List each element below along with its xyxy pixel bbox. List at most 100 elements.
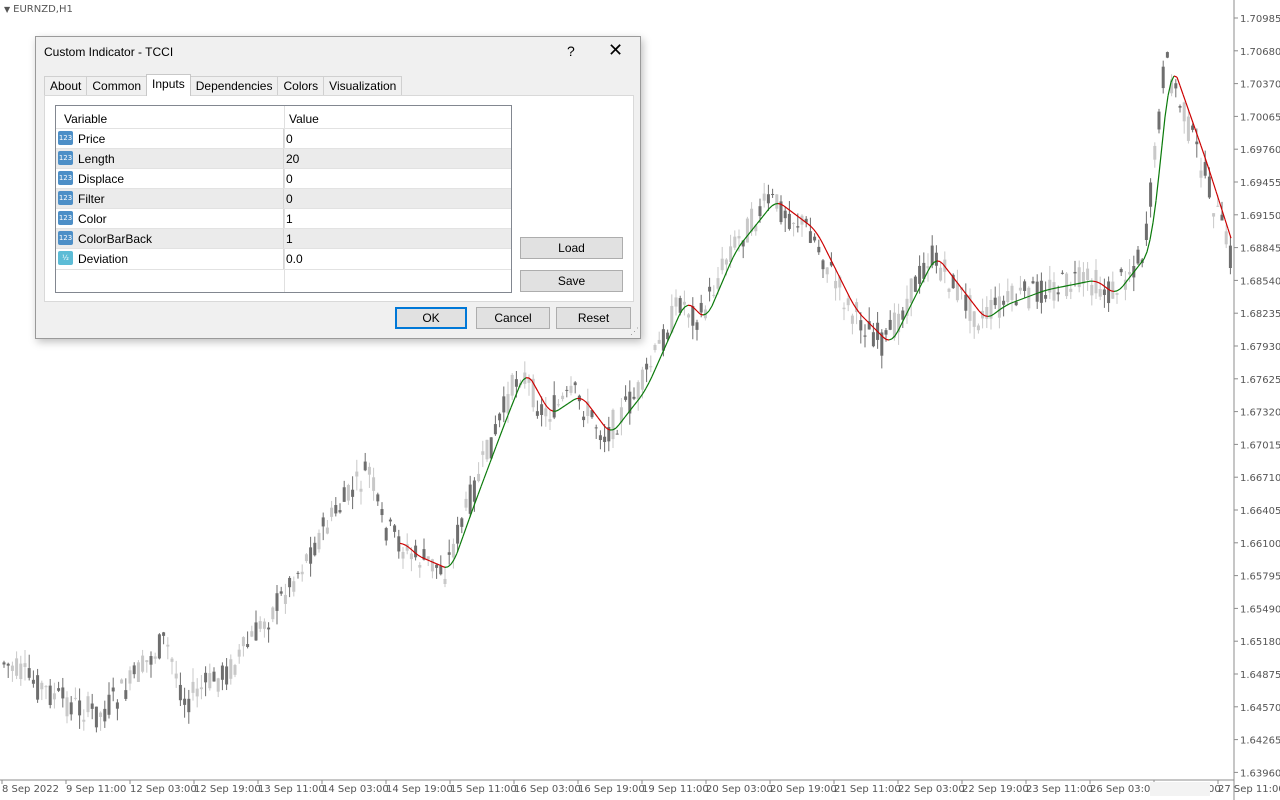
candle-body bbox=[342, 487, 346, 502]
time-tick-label: 15 Sep 11:00 bbox=[450, 784, 517, 795]
tab-inputs[interactable]: Inputs bbox=[146, 74, 191, 96]
indicator-segment bbox=[771, 203, 776, 207]
candle-body bbox=[934, 252, 938, 266]
indicator-segment bbox=[501, 422, 506, 431]
indicator-segment bbox=[1200, 145, 1205, 155]
candle-body bbox=[132, 665, 136, 675]
candle-body bbox=[309, 547, 313, 564]
table-row[interactable]: 123 Filter 0 bbox=[56, 188, 511, 209]
candle-body bbox=[918, 265, 922, 284]
candle-body bbox=[783, 210, 787, 219]
variable-value[interactable]: 0 bbox=[286, 192, 293, 206]
table-row[interactable]: 123 Displace 0 bbox=[56, 168, 511, 189]
indicator-segment bbox=[708, 305, 713, 312]
save-button[interactable]: Save bbox=[520, 270, 623, 292]
table-row[interactable]: ½ Deviation 0.0 bbox=[56, 248, 511, 270]
indicator-segment bbox=[972, 302, 977, 308]
tab-visualization[interactable]: Visualization bbox=[323, 76, 403, 95]
header-variable[interactable]: Variable bbox=[64, 112, 107, 126]
indicator-segment bbox=[624, 412, 629, 418]
table-row[interactable]: 123 Price 0 bbox=[56, 128, 511, 149]
reset-button[interactable]: Reset bbox=[556, 307, 631, 329]
tab-colors[interactable]: Colors bbox=[277, 76, 325, 95]
symbol-dropdown-icon[interactable]: ▼ bbox=[4, 5, 10, 14]
candle-body bbox=[842, 307, 846, 310]
candle-body bbox=[27, 668, 31, 678]
indicator-segment bbox=[1179, 85, 1184, 95]
candle-body bbox=[183, 698, 187, 705]
candle-body bbox=[687, 314, 691, 318]
indicator-segment bbox=[714, 291, 719, 300]
candle-body bbox=[540, 404, 544, 415]
ok-button[interactable]: OK bbox=[395, 307, 467, 329]
candle-body bbox=[136, 662, 140, 682]
price-tick-label: 1.66405 bbox=[1240, 506, 1280, 517]
candle-body bbox=[485, 439, 489, 460]
candle-body bbox=[69, 702, 73, 715]
candle-body bbox=[162, 632, 166, 636]
candle-body bbox=[850, 315, 854, 324]
table-row[interactable]: 123 Length 20 bbox=[56, 148, 511, 169]
variable-value[interactable]: 0 bbox=[286, 172, 293, 186]
help-button[interactable]: ? bbox=[567, 43, 575, 59]
candle-body bbox=[1128, 271, 1132, 275]
variable-name: Filter bbox=[78, 192, 105, 206]
candle-body bbox=[552, 395, 556, 418]
candle-body bbox=[157, 634, 161, 659]
candle-body bbox=[229, 659, 233, 679]
indicator-segment bbox=[1056, 286, 1061, 289]
candle-body bbox=[15, 658, 19, 676]
tab-common[interactable]: Common bbox=[86, 76, 148, 95]
candle-body bbox=[1002, 300, 1006, 305]
indicator-segment bbox=[816, 233, 821, 239]
indicator-segment bbox=[462, 527, 467, 537]
variable-value[interactable]: 0 bbox=[286, 132, 293, 146]
candle-body bbox=[993, 297, 997, 306]
indicator-segment bbox=[492, 446, 497, 455]
candle-body bbox=[594, 427, 598, 429]
price-tick-label: 1.64875 bbox=[1240, 670, 1280, 681]
cancel-button[interactable]: Cancel bbox=[476, 307, 550, 329]
candle-body bbox=[48, 685, 52, 705]
time-tick-label: 14 Sep 19:00 bbox=[386, 784, 453, 795]
price-tick-label: 1.69150 bbox=[1240, 211, 1280, 222]
indicator-segment bbox=[984, 315, 989, 318]
tab-dependencies[interactable]: Dependencies bbox=[189, 76, 279, 95]
load-button[interactable]: Load bbox=[520, 237, 623, 259]
candle-body bbox=[472, 480, 476, 502]
candle-body bbox=[283, 594, 287, 604]
candle-body bbox=[691, 306, 695, 326]
candle-body bbox=[409, 553, 413, 560]
close-button[interactable]: ✕ bbox=[608, 40, 623, 61]
indicator-segment bbox=[630, 405, 635, 410]
candle-body bbox=[1052, 282, 1056, 301]
header-value[interactable]: Value bbox=[289, 112, 319, 126]
table-row[interactable]: 123 Color 1 bbox=[56, 208, 511, 229]
candle-body bbox=[128, 670, 132, 684]
variable-value[interactable]: 0.0 bbox=[286, 252, 303, 266]
indicator-segment bbox=[498, 430, 503, 439]
variable-value[interactable]: 1 bbox=[286, 232, 293, 246]
time-tick-label: 27 Sep 11:00 bbox=[1218, 784, 1280, 795]
indicator-segment bbox=[1185, 102, 1190, 112]
time-tick-label: 19 Sep 11:00 bbox=[642, 784, 709, 795]
indicator-segment bbox=[684, 304, 689, 308]
candle-body bbox=[1090, 284, 1094, 296]
table-row[interactable]: 123 ColorBarBack 1 bbox=[56, 228, 511, 249]
candle-body bbox=[1195, 141, 1199, 145]
variable-value[interactable]: 20 bbox=[286, 152, 299, 166]
tab-about[interactable]: About bbox=[44, 76, 88, 95]
indicator-segment bbox=[1083, 281, 1088, 283]
symbol-label[interactable]: ▼ EURNZD,H1 bbox=[4, 4, 73, 15]
candle-body bbox=[502, 396, 506, 413]
resize-grip-icon[interactable]: ⋰ bbox=[630, 326, 639, 337]
variable-name: Price bbox=[78, 132, 106, 146]
candle-body bbox=[1174, 83, 1178, 89]
indicator-segment bbox=[438, 564, 443, 567]
indicator-segment bbox=[597, 417, 602, 423]
time-tick-label: 22 Sep 03:00 bbox=[898, 784, 965, 795]
indicator-segment bbox=[1116, 288, 1121, 292]
candle-body bbox=[1199, 170, 1203, 178]
candle-body bbox=[674, 297, 678, 307]
variable-value[interactable]: 1 bbox=[286, 212, 293, 226]
